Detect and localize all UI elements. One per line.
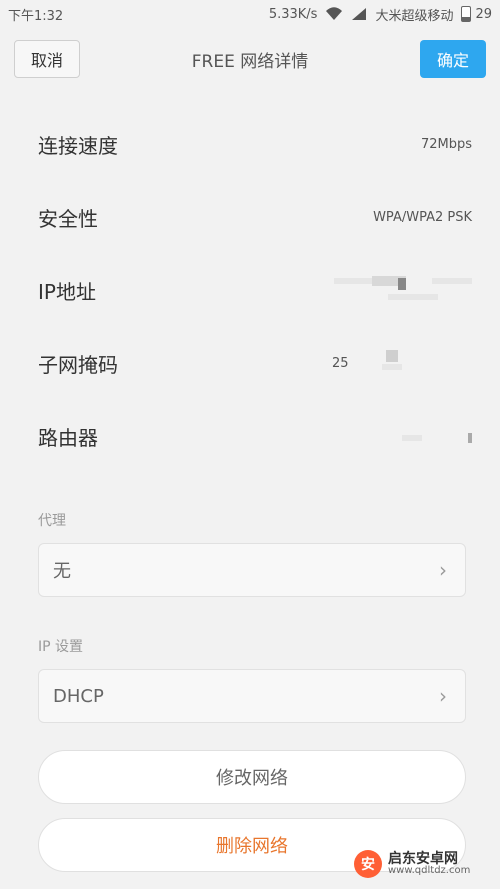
watermark-url: www.qdltdz.com	[388, 865, 471, 876]
modify-network-button[interactable]: 修改网络	[38, 750, 466, 804]
info-value-subnet: 25	[332, 350, 472, 371]
info-label-subnet: 子网掩码	[38, 353, 118, 377]
wifi-icon	[325, 7, 343, 21]
info-label-ip: IP地址	[38, 280, 96, 304]
carrier-name: 大米超级移动	[375, 8, 454, 24]
ip-settings-value: DHCP	[53, 685, 104, 707]
info-row-subnet: 子网掩码 25	[0, 327, 500, 400]
status-bar: 下午1:32 5.33K/s 大米超级移动 29	[0, 0, 500, 28]
info-value-security: WPA/WPA2 PSK	[373, 210, 472, 225]
cancel-button[interactable]: 取消	[14, 40, 80, 78]
status-right: 5.33K/s 大米超级移动 29	[269, 5, 500, 24]
battery-fill	[462, 16, 471, 21]
chevron-right-icon: ›	[439, 558, 447, 582]
info-value-ip-redacted	[332, 272, 472, 310]
watermark-logo-icon: 安	[354, 850, 382, 878]
header: 取消 FREE 网络详情 确定	[14, 40, 486, 78]
network-info-list: 连接速度 72Mbps 安全性 WPA/WPA2 PSK IP地址 子网掩码 2…	[0, 108, 500, 473]
info-row-ip: IP地址	[0, 254, 500, 327]
watermark-text: 启东安卓网 www.qdltdz.com	[388, 852, 470, 876]
ip-settings-section-label: IP 设置	[38, 639, 84, 655]
battery-level: 29	[475, 6, 492, 22]
watermark-cn: 启东安卓网	[388, 851, 458, 867]
signal-icon	[351, 7, 367, 21]
info-label-router: 路由器	[38, 426, 98, 450]
proxy-value: 无	[53, 561, 71, 582]
ip-settings-select[interactable]: DHCP ›	[38, 669, 466, 723]
info-value-speed: 72Mbps	[420, 137, 472, 152]
proxy-select[interactable]: 无 ›	[38, 543, 466, 597]
battery-icon	[461, 6, 472, 22]
status-time: 下午1:32	[8, 8, 64, 24]
proxy-section-label: 代理	[38, 513, 66, 529]
redacted-mask	[332, 272, 472, 306]
info-row-security: 安全性 WPA/WPA2 PSK	[0, 181, 500, 254]
info-label-speed: 连接速度	[38, 134, 118, 158]
info-value-subnet-text: 25	[332, 356, 349, 371]
page-title: FREE 网络详情	[191, 51, 309, 72]
watermark: 安 启东安卓网 www.qdltdz.com	[354, 845, 494, 883]
chevron-right-icon: ›	[439, 684, 447, 708]
info-row-speed: 连接速度 72Mbps	[0, 108, 500, 181]
confirm-button[interactable]: 确定	[419, 40, 486, 78]
battery-indicator: 29	[461, 6, 492, 22]
network-speed: 5.33K/s	[268, 6, 318, 22]
info-row-router: 路由器	[0, 400, 500, 473]
info-label-security: 安全性	[38, 207, 98, 231]
